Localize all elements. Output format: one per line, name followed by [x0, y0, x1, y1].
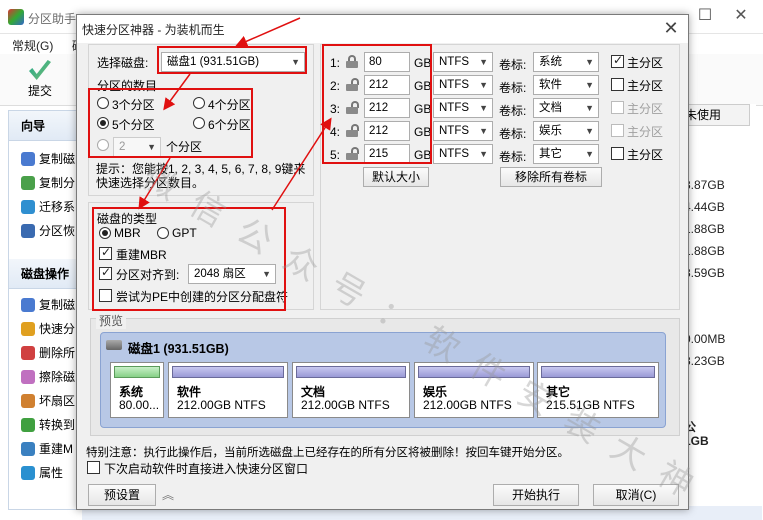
sidebar-item-partition-recovery[interactable]: 分区恢: [9, 219, 81, 243]
sidebar-header-disk-ops: 磁盘操作: [9, 259, 81, 289]
commit-button[interactable]: 提交: [18, 60, 62, 100]
volume-label-caption: 卷标:: [499, 104, 527, 118]
sidebar: 向导 复制磁 复制分 迁移系 分区恢 磁盘操作 复制磁 快速分 删除所 擦除磁 …: [8, 110, 82, 510]
chevron-down-icon: ▼: [479, 149, 488, 159]
skip-label: 下次启动软件时直接进入快速分区窗口: [104, 462, 309, 476]
volume-label-caption: 卷标:: [499, 81, 527, 95]
unused-value: 1.88GB: [684, 244, 725, 258]
filesystem-select[interactable]: NTFS ▼: [433, 121, 493, 141]
preview-partition[interactable]: 系统 80.00...: [110, 362, 164, 418]
app-title: 分区助手: [28, 12, 77, 26]
chevron-down-icon: ▼: [585, 149, 594, 159]
dialog-title: 快速分区神器 - 为装机而生: [82, 23, 225, 37]
primary-label: 主分区: [627, 125, 664, 139]
sidebar-item-migrate-os[interactable]: 迁移系: [9, 195, 81, 219]
app-logo-icon: [8, 9, 24, 25]
warning-text: 特别注意：执行此操作后，当前所选磁盘上已经存在的所有分区将被删除！按回车键开始分…: [86, 447, 569, 459]
chevron-down-icon: ▼: [585, 103, 594, 113]
chevron-down-icon: ▼: [585, 126, 594, 136]
close-icon[interactable]: ✕: [726, 6, 756, 26]
primary-checkbox[interactable]: [611, 124, 624, 137]
sidebar-item-bad-sector[interactable]: 坏扇区: [9, 389, 81, 413]
chevron-down-icon: ▼: [479, 126, 488, 136]
chevron-down-icon: ▼: [479, 80, 488, 90]
maximize-icon[interactable]: ☐: [690, 6, 720, 26]
migrate-os-icon: [21, 200, 35, 214]
lightning-icon: [21, 322, 35, 336]
volume-label-caption: 卷标:: [499, 150, 527, 164]
chevron-down-icon: ▼: [479, 57, 488, 67]
annotation-box: [322, 44, 432, 164]
primary-checkbox[interactable]: [611, 78, 624, 91]
volume-label-caption: 卷标:: [499, 127, 527, 141]
sidebar-item-delete-all[interactable]: 删除所: [9, 341, 81, 365]
volume-label-select[interactable]: 文档 ▼: [533, 98, 599, 118]
sidebar-item-quick-partition[interactable]: 快速分: [9, 317, 81, 341]
primary-label: 主分区: [627, 56, 664, 70]
start-button[interactable]: 开始执行: [493, 484, 579, 506]
annotation-box: [88, 88, 253, 158]
sidebar-item-copy-disk[interactable]: 复制磁: [9, 147, 81, 171]
eraser-icon: [21, 370, 35, 384]
chevron-down-icon: ▼: [585, 80, 594, 90]
sidebar-item-convert[interactable]: 转换到: [9, 413, 81, 437]
primary-checkbox[interactable]: [611, 101, 624, 114]
rebuild-icon: [21, 442, 35, 456]
checkmark-icon: [29, 60, 51, 80]
unused-value: 0.00MB: [684, 332, 726, 346]
sidebar-item-rebuild-mbr[interactable]: 重建M: [9, 437, 81, 461]
recovery-icon: [21, 224, 35, 238]
column-header-unused[interactable]: 未使用: [680, 104, 750, 126]
bad-sector-icon: [21, 394, 35, 408]
preview-partition[interactable]: 文档 212.00GB NTFS: [292, 362, 410, 418]
remove-all-labels-button[interactable]: 移除所有卷标: [500, 167, 602, 187]
annotation-box: [157, 46, 307, 74]
unused-value: 4.44GB: [684, 200, 725, 214]
preview-disk-title: 磁盘1 (931.51GB): [128, 342, 229, 356]
default-size-button[interactable]: 默认大小: [363, 167, 429, 187]
volume-label-select[interactable]: 其它 ▼: [533, 144, 599, 164]
unused-value: 3.59GB: [684, 266, 725, 280]
sidebar-header-wizard: 向导: [9, 111, 81, 141]
filesystem-select[interactable]: NTFS ▼: [433, 144, 493, 164]
copy-partition-icon: [21, 176, 35, 190]
volume-label-caption: 卷标:: [499, 58, 527, 72]
delete-icon: [21, 346, 35, 360]
unused-value: 3.87GB: [684, 178, 725, 192]
primary-label: 主分区: [627, 102, 664, 116]
copy-disk-icon: [21, 152, 35, 166]
volume-label-select[interactable]: 软件 ▼: [533, 75, 599, 95]
primary-label: 主分区: [627, 148, 664, 162]
primary-label: 主分区: [627, 79, 664, 93]
sidebar-item-wipe-disk[interactable]: 擦除磁: [9, 365, 81, 389]
preset-button[interactable]: 预设置: [88, 484, 156, 506]
preview-label: 预览: [96, 312, 127, 329]
unused-value: 1.88GB: [684, 222, 725, 236]
dialog-close-icon[interactable]: ✕: [660, 17, 682, 39]
copy-disk-icon: [21, 298, 35, 312]
skip-checkbox[interactable]: [87, 461, 100, 474]
chevron-down-icon: ▼: [585, 57, 594, 67]
sidebar-item-properties[interactable]: 属性: [9, 461, 81, 485]
info-icon: [21, 466, 35, 480]
double-chevron-up-icon[interactable]: ︽: [162, 486, 174, 503]
menu-general[interactable]: 常规(G): [12, 37, 53, 54]
convert-icon: [21, 418, 35, 432]
sidebar-item-copy-partition[interactable]: 复制分: [9, 171, 81, 195]
disk-icon: [106, 340, 122, 350]
filesystem-select[interactable]: NTFS ▼: [433, 75, 493, 95]
filesystem-select[interactable]: NTFS ▼: [433, 98, 493, 118]
primary-checkbox[interactable]: [611, 53, 624, 68]
volume-label-select[interactable]: 娱乐 ▼: [533, 121, 599, 141]
volume-label-select[interactable]: 系统 ▼: [533, 52, 599, 72]
chevron-down-icon: ▼: [479, 103, 488, 113]
select-disk-label: 选择磁盘:: [97, 56, 149, 70]
preview-partition[interactable]: 软件 212.00GB NTFS: [168, 362, 288, 418]
filesystem-select[interactable]: NTFS ▼: [433, 52, 493, 72]
primary-checkbox[interactable]: [611, 147, 624, 160]
sidebar-item-copy-disk-2[interactable]: 复制磁: [9, 293, 81, 317]
unused-value: 3.23GB: [684, 354, 725, 368]
commit-label: 提交: [27, 84, 52, 98]
